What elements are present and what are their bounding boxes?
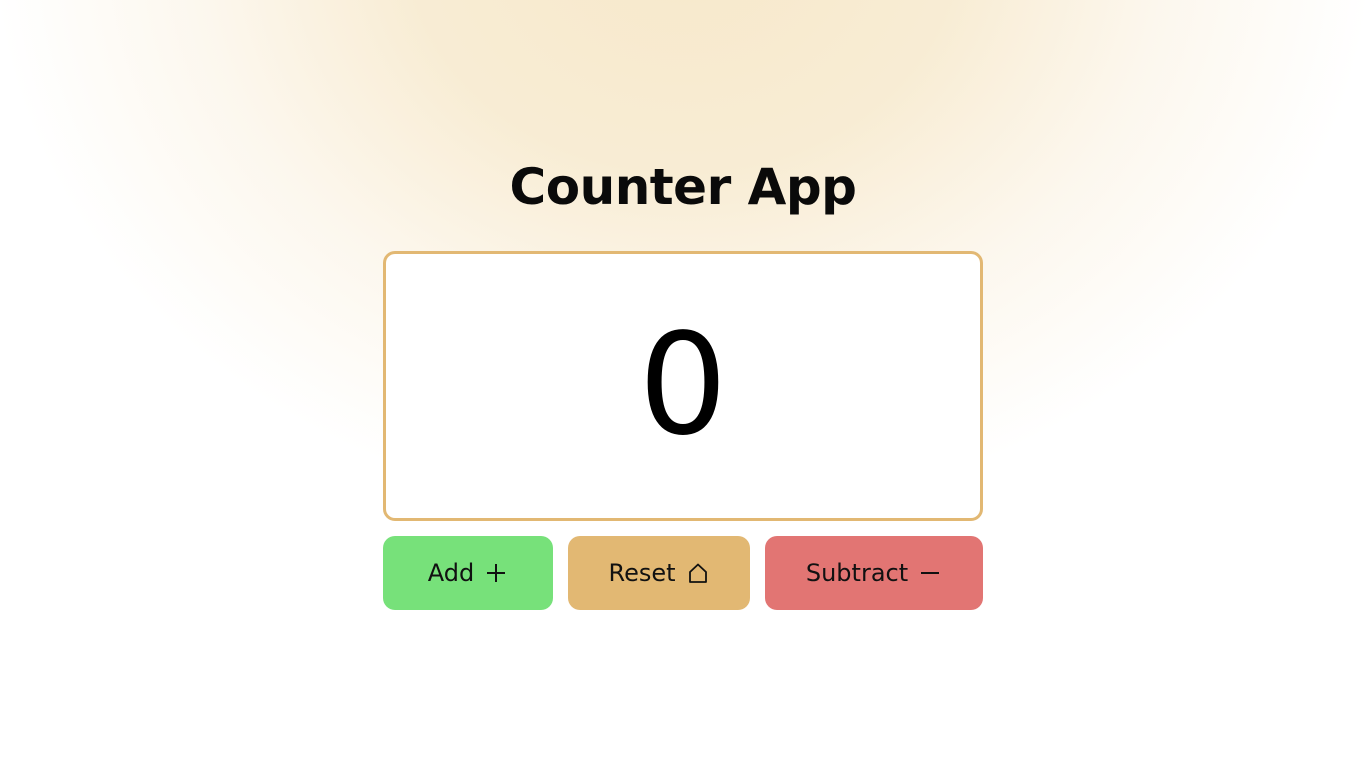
reset-button[interactable]: Reset <box>568 536 750 610</box>
minus-icon <box>918 561 942 585</box>
subtract-button-label: Subtract <box>805 559 909 587</box>
page-title: Counter App <box>509 158 857 216</box>
add-button[interactable]: Add <box>383 536 553 610</box>
reset-button-label: Reset <box>608 559 676 587</box>
counter-display: 0 <box>383 251 983 521</box>
subtract-button[interactable]: Subtract <box>765 536 983 610</box>
home-icon <box>686 561 710 585</box>
plus-icon <box>484 561 508 585</box>
app-root: Counter App 0 Add Reset Subtract <box>0 0 1366 768</box>
add-button-label: Add <box>427 559 475 587</box>
counter-value: 0 <box>638 304 728 467</box>
